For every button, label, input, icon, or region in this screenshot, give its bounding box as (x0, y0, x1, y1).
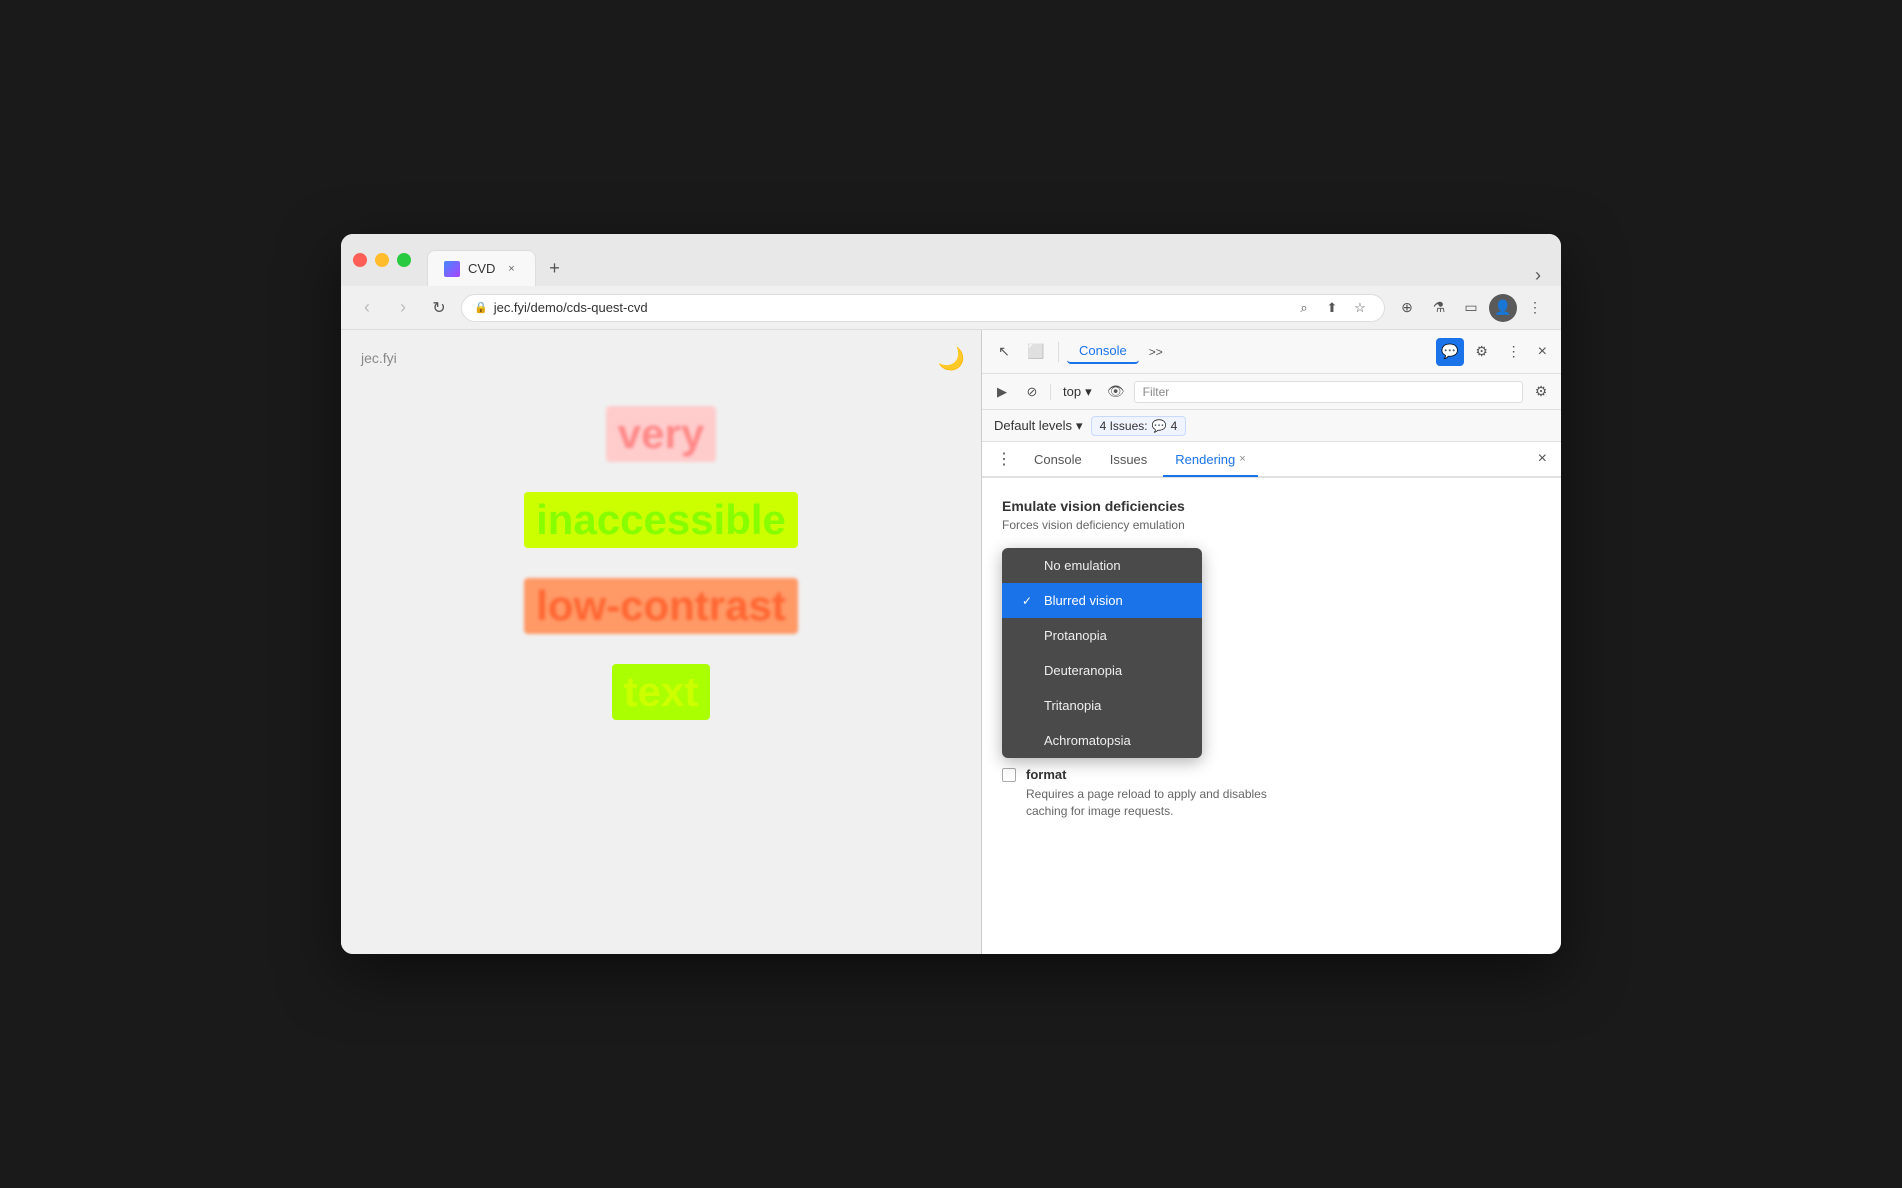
issues-number: 4 (1171, 419, 1178, 433)
section-desc: Forces vision deficiency emulation (1002, 518, 1541, 532)
tab-console-panel[interactable]: Console (1022, 442, 1094, 476)
address-bar: ‹ › ↻ 🔒 jec.fyi/demo/cds-quest-cvd ⌕ ⬆ ☆… (341, 286, 1561, 330)
no-emulation-label: No emulation (1044, 558, 1121, 573)
forward-button[interactable]: › (389, 294, 417, 322)
option-achromatopsia[interactable]: Achromatopsia (1002, 723, 1202, 758)
tab-title: CVD (468, 261, 495, 276)
tab-rendering-panel[interactable]: Rendering × (1163, 443, 1257, 477)
option-tritanopia[interactable]: Tritanopia (1002, 688, 1202, 723)
tab-close-button[interactable]: × (503, 261, 519, 277)
tab-issues-panel[interactable]: Issues (1098, 442, 1160, 476)
devtools-tab-bar: Console >> (1067, 339, 1247, 364)
browser-window: CVD × + › ‹ › ↻ 🔒 jec.fyi/demo/cds-quest… (341, 234, 1561, 954)
devtools-close-button[interactable]: × (1532, 339, 1553, 365)
messages-icon[interactable]: 💬 (1436, 338, 1464, 366)
checkbox-row-2: format Requires a page reload to apply a… (1002, 766, 1541, 820)
profile-icon[interactable]: 👤 (1489, 294, 1517, 322)
word-very: very (606, 406, 716, 462)
active-tab[interactable]: CVD × (427, 250, 536, 286)
page-demo: very inaccessible low-contrast text (361, 406, 961, 720)
checkbox-2[interactable] (1002, 768, 1016, 782)
reload-button[interactable]: ↻ (425, 294, 453, 322)
close-button[interactable] (353, 253, 367, 267)
panel-tabs: ⋮ Console Issues Rendering × × (982, 442, 1561, 478)
panel-menu-icon[interactable]: ⋮ (990, 445, 1018, 473)
checkbox-2-text: format Requires a page reload to apply a… (1026, 766, 1267, 820)
achromatopsia-label: Achromatopsia (1044, 733, 1131, 748)
tab-favicon (444, 261, 460, 277)
address-input[interactable]: 🔒 jec.fyi/demo/cds-quest-cvd ⌕ ⬆ ☆ (461, 294, 1385, 322)
option-blurred-vision[interactable]: ✓ Blurred vision (1002, 583, 1202, 618)
filter-input[interactable]: Filter (1134, 381, 1523, 403)
topbar-divider (1058, 342, 1059, 362)
console-toolbar: ▶ ⊘ top ▾ 👁 Filter ⚙ (982, 374, 1561, 410)
experiment-icon[interactable]: ⚗ (1425, 294, 1453, 322)
issues-count-badge[interactable]: 4 Issues: 💬 4 (1091, 416, 1187, 436)
eye-icon[interactable]: 👁 (1104, 380, 1128, 404)
cursor-tool-icon[interactable]: ↖ (990, 338, 1018, 366)
context-label: top (1063, 384, 1081, 399)
deuteranopia-label: Deuteranopia (1044, 663, 1122, 678)
option-deuteranopia[interactable]: Deuteranopia (1002, 653, 1202, 688)
browser-action-icons: ⊕ ⚗ ▭ 👤 ⋮ (1393, 294, 1549, 322)
word-inaccessible: inaccessible (524, 492, 798, 548)
rendering-tab-close[interactable]: × (1239, 453, 1245, 465)
url-text: jec.fyi/demo/cds-quest-cvd (494, 300, 1286, 315)
new-tab-button[interactable]: + (540, 254, 568, 282)
console-settings-icon[interactable]: ⚙ (1529, 380, 1553, 404)
vision-dropdown-menu[interactable]: No emulation ✓ Blurred vision Protanopia (1002, 548, 1202, 758)
play-icon[interactable]: ▶ (990, 380, 1014, 404)
blurred-vision-label: Blurred vision (1044, 593, 1123, 608)
split-icon[interactable]: ▭ (1457, 294, 1485, 322)
devtools-topbar: ↖ ⬜ Console >> 💬 ⚙ ⋮ × (982, 330, 1561, 374)
issues-msg-icon: 💬 (1152, 419, 1167, 433)
devtools-more-icon[interactable]: ⋮ (1500, 338, 1528, 366)
share-icon[interactable]: ⬆ (1320, 296, 1344, 320)
tab-strip: CVD × + › (427, 234, 1549, 286)
menu-icon[interactable]: ⋮ (1521, 294, 1549, 322)
protanopia-label: Protanopia (1044, 628, 1107, 643)
word-text: text (612, 664, 711, 720)
content-area: jec.fyi 🌙 very inaccessible low-contrast… (341, 330, 1561, 954)
lock-icon: 🔒 (474, 301, 488, 314)
tab-more-icon[interactable]: >> (1141, 341, 1171, 363)
context-dropdown-arrow: ▾ (1085, 384, 1092, 400)
filter-placeholder: Filter (1143, 385, 1170, 399)
extensions-icon[interactable]: ⊕ (1393, 294, 1421, 322)
word-low-contrast: low-contrast (524, 578, 798, 634)
bookmark-icon[interactable]: ☆ (1348, 296, 1372, 320)
option-protanopia[interactable]: Protanopia (1002, 618, 1202, 653)
context-dropdown[interactable]: top ▾ (1057, 382, 1098, 402)
page-brand: jec.fyi (361, 350, 961, 366)
traffic-lights (353, 253, 411, 267)
issues-bar: Default levels ▾ 4 Issues: 💬 4 (982, 410, 1561, 442)
tritanopia-label: Tritanopia (1044, 698, 1101, 713)
default-levels-dropdown[interactable]: Default levels ▾ (994, 418, 1083, 434)
default-levels-label: Default levels (994, 418, 1072, 433)
minimize-button[interactable] (375, 253, 389, 267)
devtools-panel: ↖ ⬜ Console >> 💬 ⚙ ⋮ × ▶ ⊘ (981, 330, 1561, 954)
search-icon[interactable]: ⌕ (1292, 296, 1316, 320)
title-bar: CVD × + › (341, 234, 1561, 286)
tab-list-chevron-icon[interactable]: › (1535, 265, 1549, 286)
option-no-emulation[interactable]: No emulation (1002, 548, 1202, 583)
layout-tool-icon[interactable]: ⬜ (1022, 338, 1050, 366)
back-button[interactable]: ‹ (353, 294, 381, 322)
page-content: jec.fyi 🌙 very inaccessible low-contrast… (341, 330, 981, 954)
rendering-content: Emulate vision deficiencies Forces visio… (982, 478, 1561, 954)
settings-icon[interactable]: ⚙ (1468, 338, 1496, 366)
section-title: Emulate vision deficiencies (1002, 498, 1541, 514)
address-action-icons: ⌕ ⬆ ☆ (1292, 296, 1372, 320)
clear-icon[interactable]: ⊘ (1020, 380, 1044, 404)
toolbar-divider (1050, 384, 1051, 400)
panel-close-button[interactable]: × (1532, 446, 1553, 472)
tab-console[interactable]: Console (1067, 339, 1139, 364)
blurred-vision-check: ✓ (1022, 594, 1036, 608)
moon-icon[interactable]: 🌙 (938, 346, 965, 372)
maximize-button[interactable] (397, 253, 411, 267)
issues-label: 4 Issues: (1100, 419, 1148, 433)
default-levels-arrow: ▾ (1076, 418, 1083, 434)
